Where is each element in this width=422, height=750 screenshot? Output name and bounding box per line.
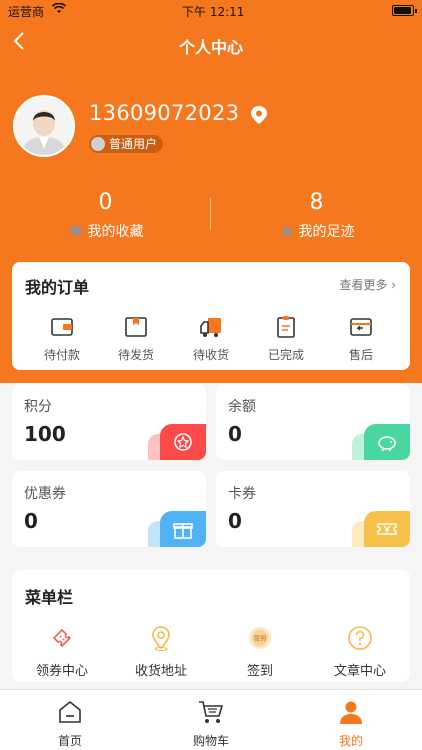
tab-me[interactable]: 我的 — [301, 698, 401, 749]
medal-icon — [160, 424, 206, 460]
tab-home[interactable]: 首页 — [20, 698, 120, 749]
return-icon — [350, 318, 372, 336]
tab-cart[interactable]: 购物车 — [161, 698, 261, 749]
wifi-icon — [51, 2, 67, 17]
order-pending-receipt[interactable]: 待收货 — [181, 314, 241, 363]
carrier-name: 运营商 — [8, 5, 45, 19]
location-icon — [152, 626, 170, 651]
menu-item-sign-in[interactable]: 签到 签到 — [220, 624, 300, 679]
order-pending-payment[interactable]: 待付款 — [32, 314, 92, 363]
menu-title: 菜单栏 — [25, 588, 74, 607]
balance-card[interactable]: 余额 0 — [216, 384, 410, 460]
coupon-icon — [52, 628, 72, 648]
card-vouchers-label: 卡券 — [228, 486, 256, 502]
menu-item-shipping-address[interactable]: 收货地址 — [121, 624, 201, 679]
user-avatar-icon — [15, 97, 73, 155]
phone-number: 13609072023 — [89, 101, 240, 125]
footprint-icon — [279, 223, 295, 239]
user-level-label: 普通用户 — [109, 137, 158, 151]
card-vouchers-value: 0 — [228, 509, 242, 533]
page-title: 个人中心 — [178, 38, 243, 57]
points-value: 100 — [24, 422, 66, 446]
orders-card: 我的订单 查看更多 › 待付款 待发货 待收货 已完成 售后 — [12, 262, 410, 370]
view-more-link[interactable]: 查看更多 › — [339, 276, 396, 293]
balance-value: 0 — [228, 422, 242, 446]
truck-icon — [200, 318, 221, 337]
cart-icon — [199, 701, 224, 723]
gift-icon — [160, 511, 206, 547]
sign-in-badge-text: 签到 — [254, 635, 266, 643]
stat-label: 我的收藏 — [87, 224, 144, 240]
coupons-value: 0 — [24, 509, 38, 533]
stats-section: 0 我的收藏 8 我的足迹 — [0, 190, 422, 250]
tab-bar: 首页 购物车 我的 — [0, 689, 422, 750]
home-icon — [59, 700, 81, 723]
order-completed[interactable]: 已完成 — [256, 314, 316, 363]
wallet-icon — [51, 318, 73, 336]
clipboard-icon — [277, 316, 295, 338]
shield-icon — [91, 137, 105, 151]
user-icon — [340, 701, 362, 724]
user-level-badge: 普通用户 — [89, 135, 164, 153]
points-card[interactable]: 积分 100 — [12, 384, 206, 460]
stat-label: 我的足迹 — [298, 224, 355, 240]
package-icon — [125, 317, 147, 337]
stat-value: 8 — [309, 190, 324, 215]
coupons-card[interactable]: 优惠券 0 — [12, 471, 206, 547]
question-icon — [348, 626, 372, 650]
coupons-label: 优惠券 — [24, 486, 66, 502]
profile-section: 13609072023 普通用户 — [13, 95, 413, 165]
favorite-icon — [68, 223, 84, 239]
balance-label: 余额 — [228, 399, 256, 415]
card-vouchers-card[interactable]: 卡券 0 — [216, 471, 410, 547]
location-pin-icon[interactable] — [250, 105, 268, 125]
stat-footprints[interactable]: 8 我的足迹 — [211, 190, 422, 241]
order-pending-shipment[interactable]: 待发货 — [106, 314, 166, 363]
orders-title: 我的订单 — [25, 278, 90, 297]
clock: 下午 12:11 — [182, 5, 245, 19]
ticket-icon — [364, 511, 410, 547]
stat-favorites[interactable]: 0 我的收藏 — [0, 190, 211, 241]
menu-card: 菜单栏 领券中心 收货地址 签到 签到 文章中心 — [12, 570, 410, 682]
order-after-sales[interactable]: 售后 — [331, 314, 391, 363]
points-label: 积分 — [24, 399, 52, 415]
battery-icon — [392, 5, 417, 16]
sign-in-icon: 签到 — [249, 627, 271, 649]
status-bar: 运营商 下午 12:11 — [0, 0, 422, 22]
menu-item-coupon-center[interactable]: 领券中心 — [22, 624, 102, 679]
piggy-bank-icon — [364, 424, 410, 460]
menu-item-article-center[interactable]: 文章中心 — [320, 624, 400, 679]
nav-bar: 个人中心 — [0, 26, 422, 62]
avatar[interactable] — [13, 95, 75, 157]
stat-value: 0 — [98, 190, 113, 215]
